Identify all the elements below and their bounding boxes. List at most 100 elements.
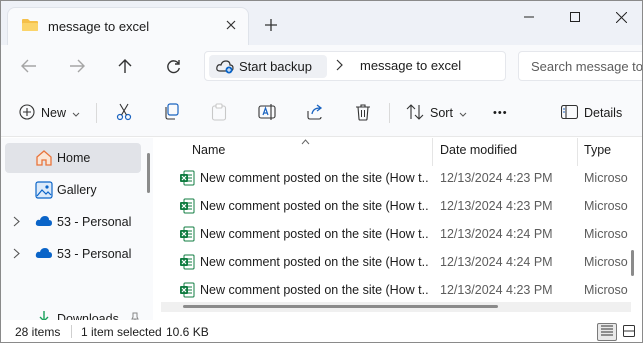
sidebar-item-gallery[interactable]: Gallery <box>5 175 141 205</box>
paste-button[interactable] <box>211 100 227 126</box>
file-date-modified: 12/13/2024 4:23 PM <box>440 199 553 213</box>
sidebar-item-label: Downloads <box>57 312 119 320</box>
sidebar-scrollbar[interactable] <box>147 153 150 193</box>
search-input[interactable]: Search message to <box>518 51 643 81</box>
back-button[interactable] <box>15 53 43 79</box>
file-type: Microso <box>584 255 628 269</box>
file-name: New comment posted on the site (How t... <box>200 199 428 213</box>
file-name: New comment posted on the site (How t... <box>200 171 428 185</box>
sidebar-item-downloads[interactable]: Downloads <box>5 304 141 320</box>
title-bar: message to excel <box>1 1 642 45</box>
close-tab-icon[interactable] <box>222 16 240 34</box>
onedrive-cloud-icon <box>35 215 53 233</box>
details-button[interactable]: Details <box>560 100 623 126</box>
file-type: Microso <box>584 199 628 213</box>
rename-button[interactable] <box>258 100 276 126</box>
plus-circle-icon <box>19 103 35 123</box>
file-row[interactable]: New comment posted on the site (How t...… <box>161 192 631 220</box>
copy-icon <box>163 103 180 123</box>
tab-title: message to excel <box>48 19 150 34</box>
chevron-down-icon <box>72 106 80 120</box>
more-label: ••• <box>493 107 508 119</box>
new-button[interactable]: New <box>19 100 80 126</box>
sort-label: Sort <box>430 106 453 120</box>
excel-file-icon <box>179 198 195 214</box>
column-header-name[interactable]: Name <box>192 143 225 165</box>
breadcrumb-current-folder[interactable]: message to excel <box>360 58 461 73</box>
cut-button[interactable] <box>115 100 133 126</box>
horizontal-scrollbar-thumb[interactable] <box>183 305 498 308</box>
refresh-button[interactable] <box>159 53 187 79</box>
file-date-modified: 12/13/2024 4:24 PM <box>440 255 553 269</box>
address-bar[interactable]: Start backup message to excel <box>204 51 506 81</box>
separator <box>71 325 72 338</box>
chevron-right-icon[interactable] <box>13 248 20 262</box>
file-explorer-window: message to excel Start backup message to… <box>0 0 643 343</box>
command-bar: New Sort ••• Details <box>1 87 642 137</box>
close-window-button[interactable] <box>598 1 642 33</box>
search-placeholder: Search message to <box>531 59 643 74</box>
chevron-right-icon[interactable] <box>13 216 20 230</box>
more-options-button[interactable]: ••• <box>493 100 508 126</box>
file-row[interactable]: New comment posted on the site (How t...… <box>161 220 631 248</box>
sidebar-item-label: 53 - Personal <box>57 215 132 229</box>
start-backup-button[interactable]: Start backup <box>209 55 327 78</box>
sidebar-item-onedrive-2[interactable]: 53 - Personal <box>5 239 141 269</box>
file-row[interactable]: New comment posted on the site (How t...… <box>161 248 631 276</box>
sort-ascending-icon <box>301 138 310 148</box>
onedrive-cloud-icon <box>35 247 53 265</box>
download-icon <box>35 310 53 320</box>
navigation-bar: Start backup message to excel Search mes… <box>1 45 643 87</box>
details-view-icon <box>601 325 613 339</box>
minimize-button[interactable] <box>506 1 552 33</box>
navigation-pane: Home Gallery 53 - Personal 53 - Personal… <box>1 138 153 320</box>
new-tab-button[interactable] <box>259 13 283 37</box>
tab-message-to-excel[interactable]: message to excel <box>7 7 249 45</box>
excel-file-icon <box>179 170 195 186</box>
sidebar-item-label: Gallery <box>57 183 97 197</box>
chevron-down-icon <box>459 106 467 120</box>
forward-button[interactable] <box>63 53 91 79</box>
file-list: Name Date modified Type New comment post… <box>161 138 642 320</box>
tiles-view-icon <box>623 324 635 340</box>
selection-size: 10.6 KB <box>166 325 209 339</box>
item-count: 28 items <box>15 325 61 339</box>
file-list-vertical-scrollbar[interactable] <box>631 250 634 276</box>
cloud-backup-icon <box>216 59 234 77</box>
sort-icon <box>406 103 424 123</box>
file-row[interactable]: New comment posted on the site (How t...… <box>161 276 631 304</box>
column-header-date-modified[interactable]: Date modified <box>440 143 517 165</box>
file-date-modified: 12/13/2024 4:24 PM <box>440 227 553 241</box>
sidebar-item-label: 53 - Personal <box>57 247 132 261</box>
details-view-button[interactable] <box>597 323 617 341</box>
file-type: Microso <box>584 227 628 241</box>
maximize-button[interactable] <box>552 1 598 33</box>
delete-button[interactable] <box>355 100 371 126</box>
backup-label: Start backup <box>239 59 312 74</box>
chevron-right-icon[interactable] <box>335 59 343 74</box>
file-name: New comment posted on the site (How t... <box>200 227 428 241</box>
column-header-type[interactable]: Type <box>584 143 611 165</box>
file-date-modified: 12/13/2024 4:23 PM <box>440 171 553 185</box>
tiles-view-button[interactable] <box>619 323 639 341</box>
file-date-modified: 12/13/2024 4:23 PM <box>440 283 553 297</box>
excel-file-icon <box>179 282 195 298</box>
details-label: Details <box>584 106 623 120</box>
column-divider[interactable] <box>432 138 433 166</box>
file-type: Microso <box>584 283 628 297</box>
folder-icon <box>21 18 39 32</box>
share-button[interactable] <box>306 100 324 126</box>
home-icon <box>35 149 53 167</box>
file-row[interactable]: New comment posted on the site (How t...… <box>161 164 631 192</box>
up-button[interactable] <box>111 53 139 79</box>
horizontal-scrollbar-track[interactable] <box>161 302 631 312</box>
column-divider[interactable] <box>577 138 578 166</box>
scissors-icon <box>115 103 133 124</box>
status-bar: 28 items 1 item selected 10.6 KB <box>1 320 642 342</box>
sort-button[interactable]: Sort <box>406 100 467 126</box>
trash-icon <box>355 103 371 124</box>
clipboard-icon <box>211 102 227 124</box>
sidebar-item-home[interactable]: Home <box>5 143 141 173</box>
sidebar-item-onedrive-1[interactable]: 53 - Personal <box>5 207 141 237</box>
copy-button[interactable] <box>163 100 180 126</box>
